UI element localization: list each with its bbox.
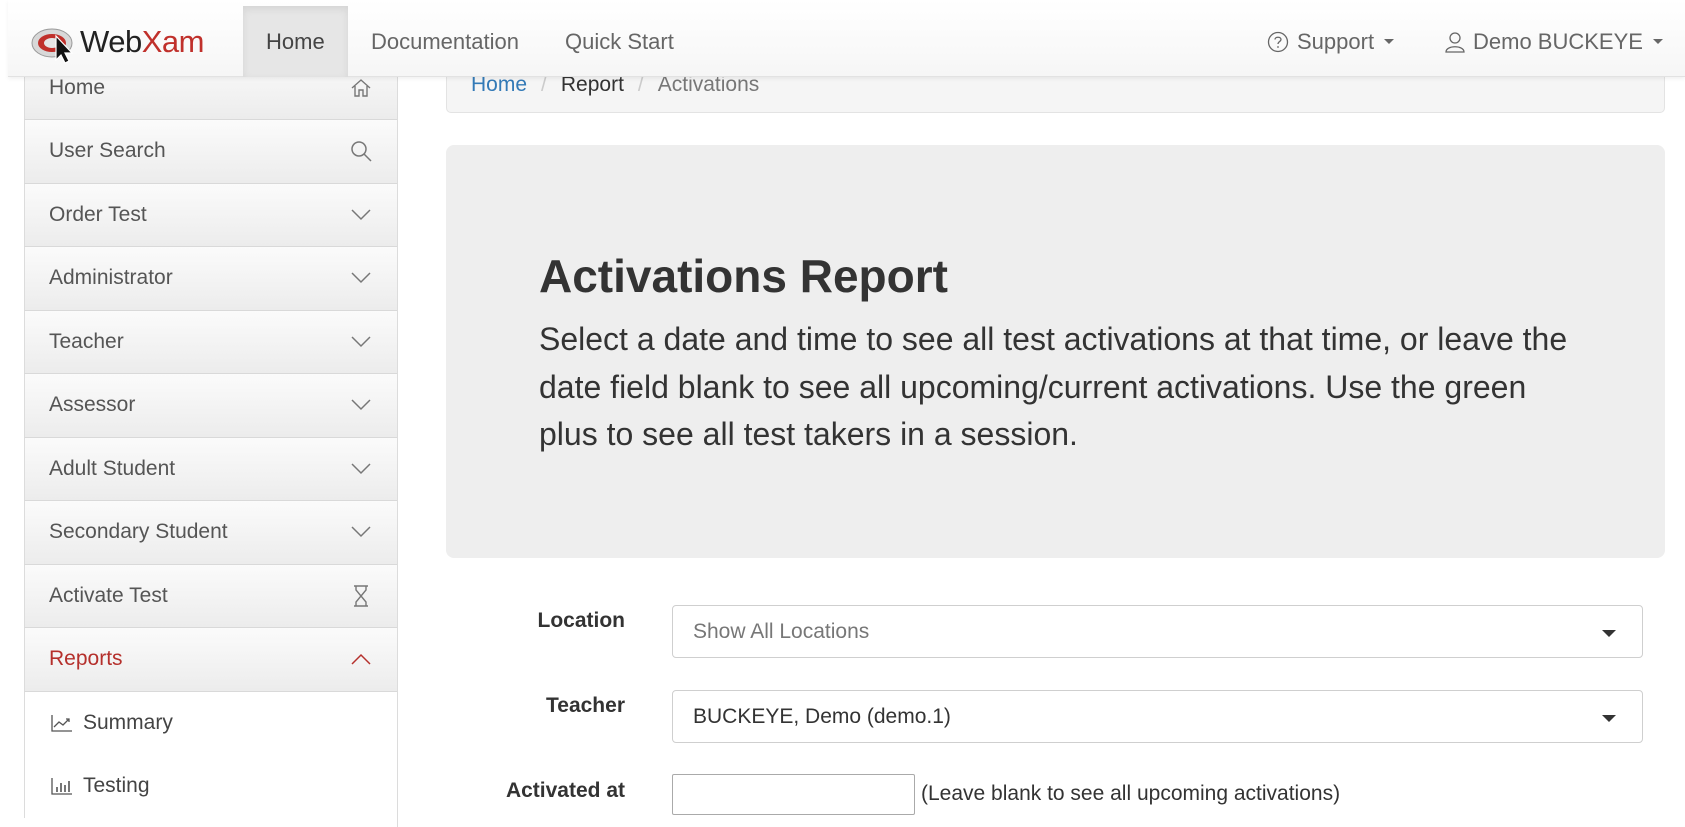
search-icon (349, 139, 373, 163)
location-select-value: Show All Locations (693, 619, 870, 643)
sidebar-item-activate-test[interactable]: Activate Test (24, 564, 397, 628)
home-icon (349, 76, 373, 100)
sidebar-item-label: Assessor (49, 393, 136, 417)
sidebar-item-administrator[interactable]: Administrator (24, 247, 397, 311)
line-chart-icon (51, 714, 73, 732)
activated-at-hint: (Leave blank to see all upcoming activat… (921, 782, 1341, 805)
location-select[interactable]: Show All Locations (672, 605, 1643, 658)
location-label: Location (537, 609, 626, 632)
user-label: Demo BUCKEYE (1473, 28, 1643, 54)
brand[interactable]: WebXam (30, 22, 204, 64)
sidebar-item-label: User Search (49, 139, 166, 163)
activated-at-input[interactable] (672, 774, 915, 815)
teacher-label: Teacher (546, 694, 625, 717)
sidebar-item-teacher[interactable]: Teacher (24, 310, 397, 374)
support-menu[interactable]: Support (1267, 6, 1395, 77)
sidebar-subitem-summary[interactable]: Summary (24, 691, 397, 755)
sidebar-item-order-test[interactable]: Order Test (24, 183, 397, 247)
chevron-down-icon (349, 266, 373, 290)
sidebar: Home User Search Order Test Administrato… (24, 57, 398, 827)
sidebar-item-label: Order Test (49, 202, 147, 226)
sidebar-subitem-label: Testing (83, 774, 150, 797)
chevron-up-icon (349, 647, 373, 671)
sidebar-item-label: Activate Test (49, 583, 168, 607)
chevron-down-icon (349, 393, 373, 417)
sidebar-item-secondary-student[interactable]: Secondary Student (24, 501, 397, 565)
support-label: Support (1297, 28, 1375, 54)
page-title: Activations Report (539, 250, 948, 302)
teacher-select-value: BUCKEYE, Demo (demo.1) (693, 704, 951, 728)
caret-down-icon (1602, 630, 1616, 637)
help-circle-icon (1267, 31, 1289, 53)
sidebar-item-reports[interactable]: Reports (24, 628, 397, 692)
caret-down-icon (1652, 39, 1663, 44)
caret-down-icon (1602, 715, 1616, 722)
sidebar-item-label: Home (49, 76, 106, 99)
sidebar-item-label: Administrator (49, 266, 173, 290)
nav-tab-documentation[interactable]: Documentation (348, 6, 542, 77)
chevron-down-icon (349, 520, 373, 544)
bar-chart-icon (51, 777, 73, 795)
sidebar-item-label: Reports (49, 647, 123, 671)
chevron-down-icon (349, 203, 373, 227)
page-description: Select a date and time to see all test a… (539, 321, 1568, 452)
teacher-select[interactable]: BUCKEYE, Demo (demo.1) (672, 690, 1643, 743)
report-header-panel: Activations Report Select a date and tim… (446, 145, 1665, 558)
nav-tab-quick-start[interactable]: Quick Start (542, 6, 697, 77)
nav-tab-home[interactable]: Home (243, 6, 348, 77)
sidebar-item-label: Secondary Student (49, 520, 228, 544)
chevron-down-icon (349, 330, 373, 354)
sidebar-item-user-search[interactable]: User Search (24, 120, 397, 184)
sidebar-subitem-label: Summary (83, 711, 173, 734)
brand-name: WebXam (80, 24, 204, 59)
top-navbar: WebXam Home Documentation Quick Start Su… (8, 0, 1685, 77)
caret-down-icon (1384, 39, 1395, 44)
user-menu[interactable]: Demo BUCKEYE (1445, 6, 1663, 77)
user-icon (1445, 31, 1465, 53)
sidebar-item-assessor[interactable]: Assessor (24, 374, 397, 438)
sidebar-subitem-testing[interactable]: Testing (24, 754, 397, 818)
activated-at-label: Activated at (505, 779, 625, 802)
sidebar-item-adult-student[interactable]: Adult Student (24, 437, 397, 501)
hourglass-icon (349, 584, 373, 608)
webxam-logo-icon (30, 22, 80, 64)
sidebar-item-label: Adult Student (49, 456, 176, 480)
chevron-down-icon (349, 457, 373, 481)
sidebar-item-label: Teacher (49, 329, 124, 353)
